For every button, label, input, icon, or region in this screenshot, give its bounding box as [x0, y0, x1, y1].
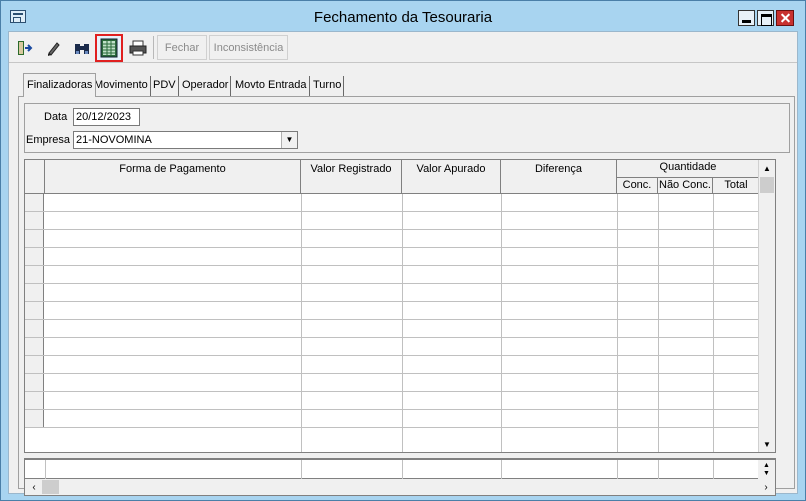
col-total[interactable]: Total — [713, 177, 759, 193]
row-header[interactable] — [25, 284, 44, 301]
maximize-button[interactable] — [757, 10, 774, 26]
scroll-left-icon[interactable]: ‹ — [26, 479, 42, 495]
tab-finalizadoras[interactable]: Finalizadoras — [23, 73, 97, 97]
printer-icon — [129, 40, 147, 55]
grid-divider — [713, 194, 714, 452]
grid-divider — [617, 194, 618, 452]
row-header-corner — [25, 160, 45, 193]
spin-arrows-icon[interactable]: ▲ ▼ — [758, 460, 775, 479]
table-row[interactable] — [25, 356, 759, 374]
table-row[interactable] — [25, 338, 759, 356]
row-header[interactable] — [25, 230, 44, 247]
grid-divider — [301, 460, 302, 479]
tab-control: Finalizadoras Movimento PDV Operador Mov… — [14, 69, 795, 496]
row-header[interactable] — [25, 266, 44, 283]
binoculars-icon — [75, 43, 89, 54]
empresa-select[interactable]: 21-NOVOMINA ▼ — [73, 131, 298, 149]
grid-divider — [402, 460, 403, 479]
col-valor-registrado[interactable]: Valor Registrado — [301, 160, 402, 193]
inconsistencia-button[interactable]: Inconsistência — [209, 35, 288, 60]
table-row[interactable] — [25, 284, 759, 302]
title-bar[interactable]: Fechamento da Tesouraria — [1, 1, 805, 31]
grid-divider — [45, 460, 46, 479]
grid-divider — [501, 460, 502, 479]
main-window: Fechamento da Tesouraria Fechar Inconsis… — [0, 0, 806, 501]
window-title: Fechamento da Tesouraria — [313, 9, 493, 26]
table-row[interactable] — [25, 248, 759, 266]
col-valor-apurado[interactable]: Valor Apurado — [402, 160, 501, 193]
toolbar: Fechar Inconsistência — [9, 32, 797, 63]
print-button[interactable] — [125, 35, 151, 60]
grid-divider — [617, 460, 618, 479]
scroll-up-icon[interactable]: ▲ — [759, 160, 775, 176]
edit-button[interactable] — [41, 35, 67, 60]
grid-divider — [658, 460, 659, 479]
col-diferenca[interactable]: Diferença — [501, 160, 617, 193]
grid-divider — [713, 460, 714, 479]
data-label: Data — [44, 111, 68, 123]
table-row[interactable] — [25, 392, 759, 410]
row-header[interactable] — [25, 338, 44, 355]
empresa-value: 21-NOVOMINA — [76, 134, 152, 146]
table-row[interactable] — [25, 212, 759, 230]
table-row[interactable] — [25, 410, 759, 428]
table-row[interactable] — [25, 302, 759, 320]
table-row[interactable] — [25, 266, 759, 284]
grid-divider — [501, 194, 502, 452]
table-row[interactable] — [25, 374, 759, 392]
table-row[interactable] — [25, 320, 759, 338]
spreadsheet-button[interactable] — [95, 34, 123, 62]
client-area: Fechar Inconsistência Finalizadoras Movi… — [8, 31, 798, 496]
spreadsheet-icon — [100, 38, 118, 58]
scroll-down-icon[interactable]: ▼ — [759, 436, 775, 452]
col-conc[interactable]: Conc. — [617, 177, 658, 193]
tab-movimento[interactable]: Movimento — [92, 76, 151, 96]
row-header[interactable] — [25, 374, 44, 391]
row-header[interactable] — [25, 356, 44, 373]
filter-group: Data 20/12/2023 Empresa 21-NOVOMINA ▼ — [24, 103, 790, 153]
search-button[interactable] — [69, 35, 95, 60]
row-header[interactable] — [25, 194, 44, 211]
tab-panel-finalizadoras: Data 20/12/2023 Empresa 21-NOVOMINA ▼ Fo… — [18, 96, 795, 496]
grid-divider — [301, 194, 302, 452]
row-header[interactable] — [25, 248, 44, 265]
toolbar-separator — [153, 36, 154, 59]
tab-movto-entrada[interactable]: Movto Entrada — [233, 76, 310, 96]
grid-divider — [402, 194, 403, 452]
vertical-scrollbar[interactable]: ▲ ▼ — [758, 160, 775, 452]
col-nao-conc[interactable]: Não Conc. — [658, 177, 713, 193]
table-row[interactable] — [25, 194, 759, 212]
data-field[interactable]: 20/12/2023 — [73, 108, 140, 126]
scroll-thumb[interactable] — [42, 480, 59, 494]
empresa-label: Empresa — [26, 134, 71, 146]
row-header[interactable] — [25, 410, 44, 427]
grid-header: Forma de Pagamento Valor Registrado Valo… — [25, 160, 759, 194]
scroll-thumb[interactable] — [760, 177, 774, 193]
fechar-button[interactable]: Fechar — [157, 35, 207, 60]
scroll-right-icon[interactable]: › — [758, 479, 774, 495]
finalizadoras-grid[interactable]: Forma de Pagamento Valor Registrado Valo… — [24, 159, 776, 453]
row-header[interactable] — [25, 392, 44, 409]
row-header[interactable] — [25, 302, 44, 319]
tab-pdv[interactable]: PDV — [151, 76, 179, 96]
row-header[interactable] — [25, 212, 44, 229]
exit-button[interactable] — [12, 35, 38, 60]
close-button[interactable] — [776, 10, 794, 26]
exit-icon — [18, 40, 33, 55]
col-forma-pagamento[interactable]: Forma de Pagamento — [45, 160, 301, 193]
minimize-button[interactable] — [738, 10, 755, 26]
tab-operador[interactable]: Operador — [180, 76, 232, 96]
tab-turno[interactable]: Turno — [311, 76, 345, 96]
pencil-icon — [48, 41, 60, 56]
chevron-down-icon[interactable]: ▼ — [281, 132, 297, 148]
grid-divider — [658, 194, 659, 452]
row-header[interactable] — [25, 320, 44, 337]
col-quantidade[interactable]: Quantidade — [617, 160, 759, 177]
table-row[interactable] — [25, 230, 759, 248]
horizontal-scrollbar[interactable]: ‹ › — [24, 479, 776, 496]
totals-row: ▲ ▼ — [24, 458, 776, 479]
